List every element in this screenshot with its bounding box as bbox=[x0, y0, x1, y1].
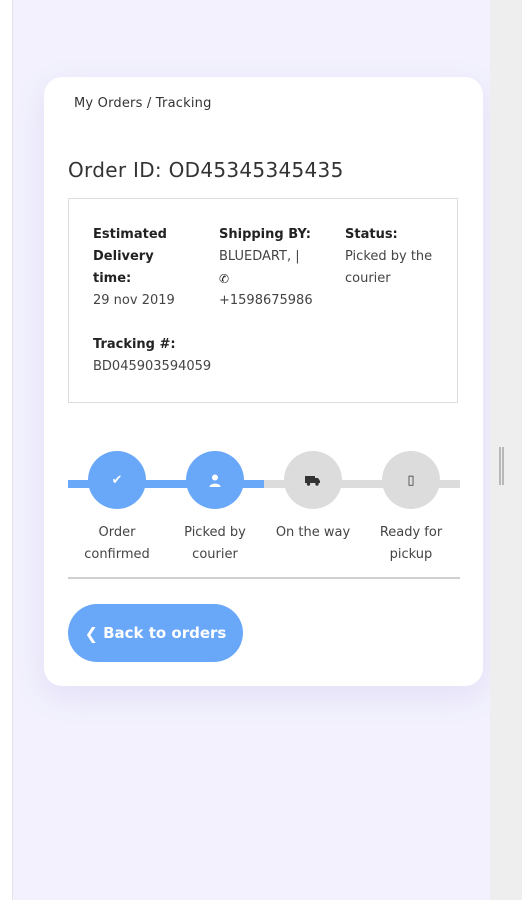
step-label: Picked by courier bbox=[184, 525, 246, 562]
status-value: Picked by the courier bbox=[345, 249, 433, 286]
shipping-phone[interactable]: +1598675986 bbox=[219, 290, 319, 312]
scrollbar-gutter[interactable] bbox=[490, 0, 522, 900]
delivery-info: Estimated Delivery time: 29 nov 2019 bbox=[93, 224, 193, 312]
phone-icon: ✆ bbox=[219, 272, 230, 286]
back-button-label: Back to orders bbox=[103, 624, 227, 642]
tracking-card: My Orders / Tracking Order ID: OD4534534… bbox=[44, 77, 483, 686]
tracking-info: Tracking #: BD045903594059 bbox=[93, 334, 233, 378]
tracking-steps: ✔ Order confirmed Picked by courier On t… bbox=[68, 451, 460, 581]
user-icon bbox=[186, 451, 244, 509]
status-info: Status: Picked by the courier bbox=[345, 224, 445, 290]
truck-icon bbox=[284, 451, 342, 509]
tracking-value: BD045903594059 bbox=[93, 359, 212, 374]
tracking-label: Tracking #: bbox=[93, 337, 176, 352]
screen: My Orders / Tracking Order ID: OD4534534… bbox=[0, 0, 522, 900]
breadcrumb[interactable]: My Orders / Tracking bbox=[74, 96, 212, 111]
chevron-left-icon: ❮ bbox=[84, 623, 99, 643]
step-label: Ready for pickup bbox=[379, 525, 443, 562]
status-label: Status: bbox=[345, 227, 398, 242]
step-label: Order confirmed bbox=[84, 525, 150, 562]
truck-icon-svg bbox=[305, 475, 320, 486]
step-on-the-way: On the way bbox=[264, 451, 362, 544]
page-viewport: My Orders / Tracking Order ID: OD4534534… bbox=[13, 0, 490, 900]
window-edge bbox=[0, 0, 13, 900]
divider bbox=[68, 577, 460, 579]
page-title: Order ID: OD45345345435 bbox=[68, 158, 344, 182]
user-icon-svg bbox=[209, 474, 221, 487]
shipping-carrier: BLUEDART, | bbox=[219, 249, 300, 264]
order-info-box: Estimated Delivery time: 29 nov 2019 Shi… bbox=[68, 198, 458, 403]
step-order-confirmed: ✔ Order confirmed bbox=[68, 451, 166, 566]
delivery-value: 29 nov 2019 bbox=[93, 293, 175, 308]
check-icon: ✔ bbox=[88, 451, 146, 509]
delivery-label: Estimated Delivery time: bbox=[93, 227, 167, 286]
scrollbar-handle[interactable] bbox=[499, 447, 504, 485]
shipping-label: Shipping BY: bbox=[219, 227, 311, 242]
step-label: On the way bbox=[275, 525, 351, 540]
step-picked-by-courier: Picked by courier bbox=[166, 451, 264, 566]
shipping-info: Shipping BY: BLUEDART, | ✆ +1598675986 bbox=[219, 224, 319, 312]
back-to-orders-button[interactable]: ❮ Back to orders bbox=[68, 604, 243, 662]
step-ready-for-pickup: ▯ Ready for pickup bbox=[362, 451, 460, 566]
box-icon: ▯ bbox=[382, 451, 440, 509]
